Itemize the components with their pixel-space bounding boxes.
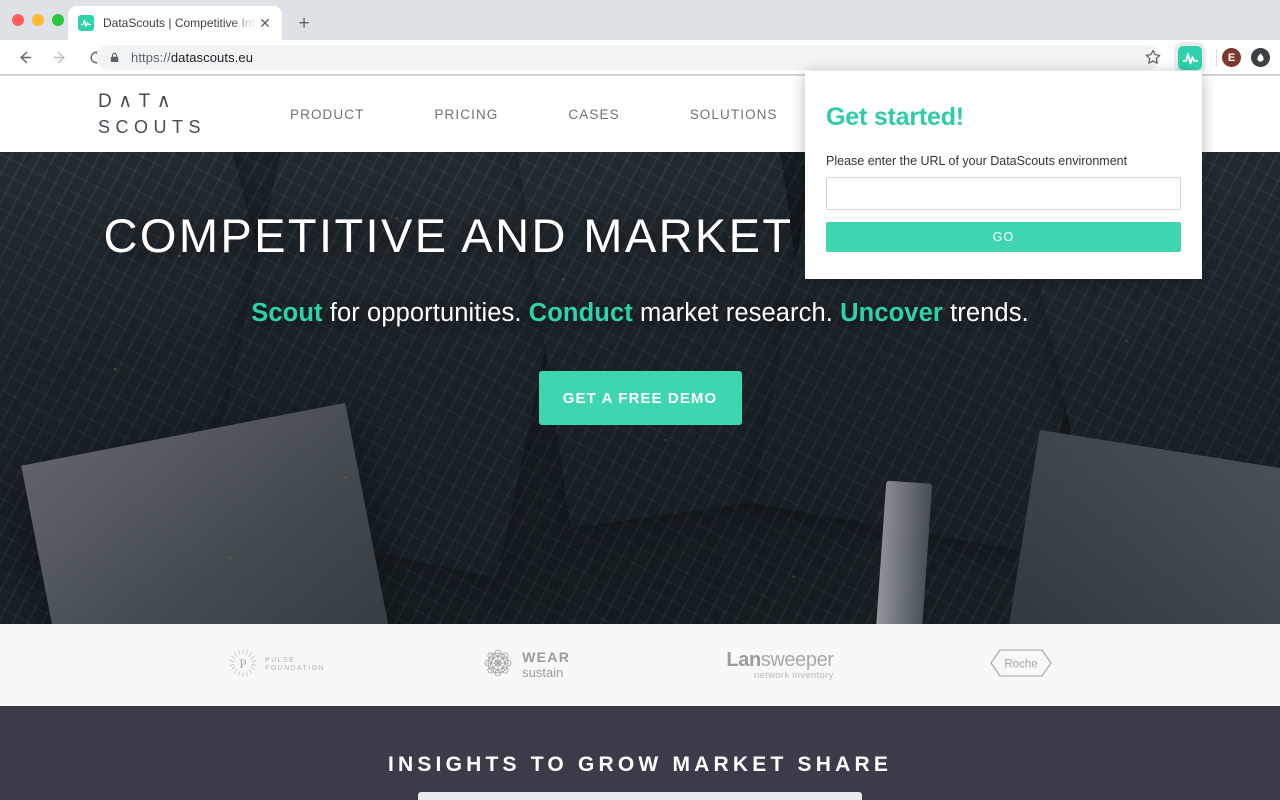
pulse-line-1: PULSE [265,656,296,664]
insights-section-title: INSIGHTS TO GROW MARKET SHARE [387,753,893,776]
pulse-foundation-wordmark: PULSE FOUNDATION [265,657,325,673]
lansweeper-name: Lansweeper [726,648,834,672]
browser-window: DataScouts | Competitive Intelligence ✕ … [0,0,1280,800]
svg-text:P: P [240,656,247,671]
client-logo-roche: Roche [990,648,1052,682]
bookmark-star-icon[interactable] [1144,48,1162,66]
client-logos-strip: P PULSE FOUNDATION WEAR sustain Lansweep… [0,624,1280,706]
wear-line-2: sustain [522,664,564,680]
popup-title: Get started! [826,103,964,131]
lansweeper-tagline: network inventory [754,669,834,681]
client-logo-wear-sustain: WEAR sustain [481,646,570,685]
wear-sustain-wordmark: WEAR sustain [522,649,570,680]
browser-tab[interactable]: DataScouts | Competitive Intelligence ✕ [68,6,282,40]
window-traffic-lights [12,14,64,26]
roche-hexagon-icon: Roche [990,648,1052,682]
hero-sub-highlight-2: Conduct [528,299,633,327]
site-logo[interactable]: D∧T∧ SCOUTS [98,92,214,136]
wear-line-1: WEAR [522,649,571,666]
minimize-window-button[interactable] [32,14,44,26]
toolbar-divider [1216,49,1217,66]
browser-tab-strip: DataScouts | Competitive Intelligence ✕ … [0,0,1280,40]
client-logo-pulse-foundation: P PULSE FOUNDATION [228,648,325,683]
lansweeper-name-bold: Lan [726,648,761,671]
hero-sub-text-3: trends. [942,299,1029,327]
forward-icon[interactable] [46,43,74,71]
popup-label: Please enter the URL of your DataScouts … [826,154,1128,168]
pulse-line-2: FOUNDATION [265,665,325,672]
nav-item-cases[interactable]: CASES [533,107,654,122]
hero-sub-highlight-1: Scout [251,299,323,327]
back-icon[interactable] [10,43,38,71]
hero-sub-text-1: for opportunities. [322,299,529,327]
extension-popup: Get started! Please enter the URL of you… [805,71,1202,279]
lansweeper-wordmark: Lansweeper network inventory [726,648,834,682]
address-bar[interactable]: https://datascouts.eu [96,45,1160,70]
nav-item-pricing[interactable]: PRICING [399,107,533,122]
hero-sub-text-2: market research. [632,299,841,327]
wear-mandala-icon [481,646,515,685]
profile-avatar[interactable]: E [1222,48,1241,67]
url-scheme: https:// [131,50,171,65]
insights-section: INSIGHTS TO GROW MARKET SHARE [0,706,1280,800]
hero-sub-highlight-3: Uncover [840,299,943,327]
pulse-sunburst-icon: P [228,648,258,683]
zoom-window-button[interactable] [52,14,64,26]
client-logo-lansweeper: Lansweeper network inventory [726,648,834,682]
hero-subtitle: Scout for opportunities. Conduct market … [251,299,1028,328]
nav-item-solutions[interactable]: SOLUTIONS [655,107,813,122]
svg-text:Roche: Roche [1004,658,1037,670]
browser-menu-icon[interactable] [1251,48,1270,67]
nav-item-product[interactable]: PRODUCT [255,107,399,122]
logo-line-1: D∧T∧ [98,91,178,112]
tab-title: DataScouts | Competitive Intelligence [103,16,256,30]
url-text: https://datascouts.eu [131,50,253,65]
close-window-button[interactable] [12,14,24,26]
get-a-free-demo-button[interactable]: GET A FREE DEMO [538,371,742,425]
datascouts-extension-icon[interactable] [1178,46,1202,70]
url-host: datascouts.eu [170,50,254,65]
insights-preview-card [418,792,862,800]
environment-url-input[interactable] [826,177,1181,210]
go-button[interactable]: GO [826,222,1181,252]
lansweeper-name-light: sweeper [760,648,834,671]
lock-icon [108,51,121,64]
new-tab-button[interactable]: + [292,11,316,35]
datascouts-pulse-favicon [78,15,94,31]
close-tab-icon[interactable]: ✕ [256,14,274,32]
logo-line-2: SCOUTS [98,117,207,137]
